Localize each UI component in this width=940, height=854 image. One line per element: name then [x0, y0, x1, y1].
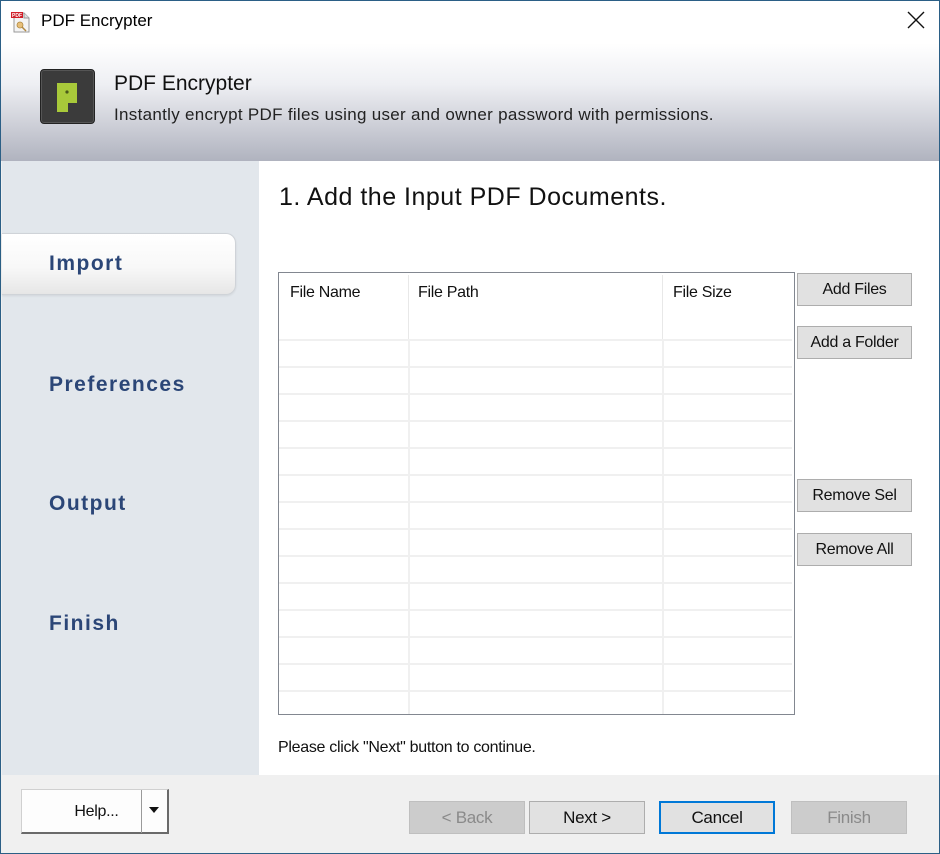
grid-row-line	[279, 609, 792, 611]
step-title: 1. Add the Input PDF Documents.	[279, 183, 667, 211]
grid-row-line	[279, 393, 792, 395]
add-folder-button[interactable]: Add a Folder	[797, 326, 912, 359]
split-divider	[141, 790, 142, 833]
remove-selected-button[interactable]: Remove Sel	[797, 479, 912, 512]
grid-column-line	[662, 339, 664, 714]
grid-row-line	[279, 663, 792, 665]
sidebar-item-label: Output	[49, 492, 127, 515]
sidebar-item-output[interactable]: Output	[2, 473, 236, 535]
next-button[interactable]: Next >	[529, 801, 645, 834]
sidebar-item-finish[interactable]: Finish	[2, 593, 236, 655]
remove-all-button[interactable]: Remove All	[797, 533, 912, 566]
add-files-button[interactable]: Add Files	[797, 273, 912, 306]
p-logo-icon	[40, 69, 95, 124]
grid-row-line	[279, 420, 792, 422]
instruction-text: Please click "Next" button to continue.	[278, 739, 536, 756]
svg-text:PDF: PDF	[12, 13, 22, 19]
grid-row-line	[279, 447, 792, 449]
column-header-file-path[interactable]: File Path	[407, 273, 662, 313]
footer-bar: Help... < Back Next > Cancel Finish	[2, 775, 939, 853]
back-button[interactable]: < Back	[409, 801, 525, 834]
dropdown-arrow-icon[interactable]	[149, 807, 159, 813]
grid-column-line	[408, 339, 410, 714]
grid-row-line	[279, 528, 792, 530]
app-window: PDF PDF Encrypter PDF Encrypter Instantl…	[0, 0, 940, 854]
pdf-document-icon: PDF	[10, 11, 32, 33]
sidebar-item-import[interactable]: Import	[2, 233, 236, 295]
column-header-file-name[interactable]: File Name	[279, 273, 408, 313]
grid-row-line	[279, 366, 792, 368]
header-banner: PDF Encrypter Instantly encrypt PDF file…	[1, 43, 939, 161]
header-title: PDF Encrypter	[114, 72, 252, 95]
main-content: 1. Add the Input PDF Documents. File Nam…	[259, 161, 939, 775]
grid-row-line	[279, 636, 792, 638]
title-bar: PDF PDF Encrypter	[1, 1, 939, 43]
grid-row-line	[279, 582, 792, 584]
sidebar-item-preferences[interactable]: Preferences	[2, 354, 236, 416]
sidebar-item-label: Finish	[49, 612, 120, 635]
column-header-file-size[interactable]: File Size	[662, 273, 792, 313]
window-title: PDF Encrypter	[41, 11, 153, 30]
header-subtitle: Instantly encrypt PDF files using user a…	[114, 105, 714, 124]
close-button[interactable]	[893, 1, 939, 43]
grid-row-line	[279, 474, 792, 476]
help-button[interactable]: Help...	[22, 790, 141, 833]
help-split-button[interactable]: Help...	[21, 789, 169, 834]
sidebar-item-label: Preferences	[49, 373, 186, 396]
cancel-button[interactable]: Cancel	[659, 801, 775, 834]
close-icon	[907, 11, 925, 34]
grid-row-line	[279, 690, 792, 692]
file-list-table[interactable]: File Name File Path File Size	[278, 272, 795, 715]
wizard-steps-sidebar: Import Preferences Output Finish	[2, 161, 259, 775]
grid-row-line	[279, 501, 792, 503]
grid-row-line	[279, 339, 792, 341]
finish-button[interactable]: Finish	[791, 801, 907, 834]
grid-row-line	[279, 555, 792, 557]
sidebar-item-label: Import	[49, 252, 124, 275]
